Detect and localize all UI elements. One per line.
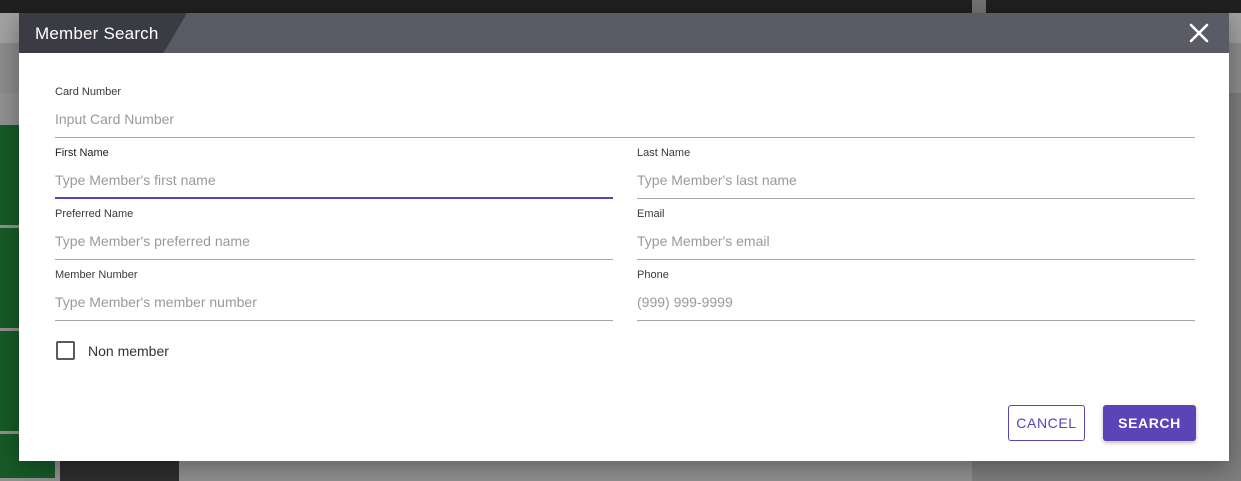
preferred-name-field: Preferred Name xyxy=(55,207,613,260)
phone-label: Phone xyxy=(637,269,669,281)
dialog-header: Member Search xyxy=(19,13,1229,53)
first-name-input[interactable] xyxy=(55,160,613,199)
close-button[interactable] xyxy=(1185,19,1213,47)
first-name-label: First Name xyxy=(55,147,109,159)
last-name-label: Last Name xyxy=(637,147,691,159)
card-number-label: Card Number xyxy=(55,86,122,98)
email-input[interactable] xyxy=(637,221,1195,260)
last-name-field: Last Name xyxy=(637,146,1195,199)
member-number-input[interactable] xyxy=(55,282,613,321)
phone-input[interactable] xyxy=(637,282,1195,321)
non-member-option[interactable]: Non member xyxy=(56,341,169,360)
non-member-label: Non member xyxy=(88,342,169,359)
card-number-field: Card Number xyxy=(55,85,1195,138)
email-label: Email xyxy=(637,208,665,220)
card-number-input[interactable] xyxy=(55,99,1195,138)
cancel-button[interactable]: CANCEL xyxy=(1008,405,1085,441)
preferred-name-input[interactable] xyxy=(55,221,613,260)
search-button[interactable]: SEARCH xyxy=(1103,405,1196,441)
phone-field: Phone xyxy=(637,268,1195,321)
dialog-title: Member Search xyxy=(35,24,159,43)
member-number-field: Member Number xyxy=(55,268,613,321)
non-member-checkbox[interactable] xyxy=(56,341,75,360)
close-icon xyxy=(1189,23,1209,43)
preferred-name-label: Preferred Name xyxy=(55,208,134,220)
member-search-dialog: Member Search Card Number First Name Las… xyxy=(19,13,1229,461)
first-name-field: First Name xyxy=(55,146,613,199)
last-name-input[interactable] xyxy=(637,160,1195,199)
member-number-label: Member Number xyxy=(55,269,138,281)
email-field: Email xyxy=(637,207,1195,260)
